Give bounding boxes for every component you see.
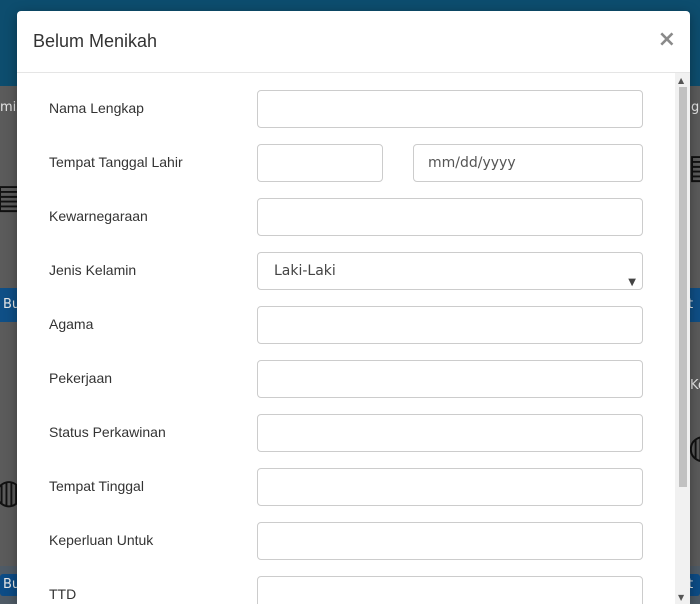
chevron-down-icon: ▼: [628, 277, 636, 288]
form-row-pekerjaan: Pekerjaan: [17, 360, 675, 400]
form-row-nama-lengkap: Nama Lengkap: [17, 90, 675, 130]
modal-header: Belum Menikah ×: [17, 11, 690, 73]
kewarnegaraan-input[interactable]: [257, 198, 643, 236]
modal-dialog: Belum Menikah × Nama Lengkap Tempat Tang…: [17, 11, 690, 604]
form-row-keperluan-untuk: Keperluan Untuk: [17, 522, 675, 562]
form-label: Agama: [49, 316, 94, 332]
ttd-input[interactable]: [257, 576, 643, 604]
tempat-tinggal-input[interactable]: [257, 468, 643, 506]
form-label: Kewarnegaraan: [49, 208, 148, 224]
tempat-lahir-input[interactable]: [257, 144, 383, 182]
jenis-kelamin-selected-value: Laki-Laki: [274, 263, 336, 279]
form-row-tempat-tinggal: Tempat Tinggal: [17, 468, 675, 508]
scroll-up-arrow-icon[interactable]: ▲: [678, 77, 684, 85]
form-row-agama: Agama: [17, 306, 675, 346]
pekerjaan-input[interactable]: [257, 360, 643, 398]
form-label: Tempat Tanggal Lahir: [49, 154, 183, 170]
nama-lengkap-input[interactable]: [257, 90, 643, 128]
status-perkawinan-input[interactable]: [257, 414, 643, 452]
form-row-jenis-kelamin: Jenis Kelamin Laki-Laki ▼: [17, 252, 675, 292]
background-label-right: Ke: [690, 378, 700, 393]
form-row-tempat-tanggal-lahir: Tempat Tanggal Lahir mm/dd/yyyy: [17, 144, 675, 184]
form-row-kewarnegaraan: Kewarnegaraan: [17, 198, 675, 238]
close-icon[interactable]: ×: [658, 27, 676, 53]
tanggal-lahir-date-input[interactable]: mm/dd/yyyy: [413, 144, 643, 182]
form-row-ttd: TTD: [17, 576, 675, 604]
modal-title: Belum Menikah: [33, 31, 158, 51]
form-label: Pekerjaan: [49, 370, 113, 386]
keperluan-untuk-input[interactable]: [257, 522, 643, 560]
scrollbar-thumb[interactable]: [679, 87, 687, 487]
form-label: Status Perkawinan: [49, 424, 166, 440]
agama-input[interactable]: [257, 306, 643, 344]
scroll-down-arrow-icon[interactable]: ▼: [678, 594, 684, 602]
form-row-status-perkawinan: Status Perkawinan: [17, 414, 675, 454]
form-label: Keperluan Untuk: [49, 532, 154, 548]
form-label: TTD: [49, 586, 77, 602]
form-label: Tempat Tinggal: [49, 478, 144, 494]
form-label: Nama Lengkap: [49, 100, 144, 116]
jenis-kelamin-select[interactable]: Laki-Laki ▼: [257, 252, 643, 290]
modal-scrollbar[interactable]: ▲ ▼: [675, 73, 690, 604]
background-tab-right: g: [691, 100, 700, 115]
form-label: Jenis Kelamin: [49, 262, 137, 278]
